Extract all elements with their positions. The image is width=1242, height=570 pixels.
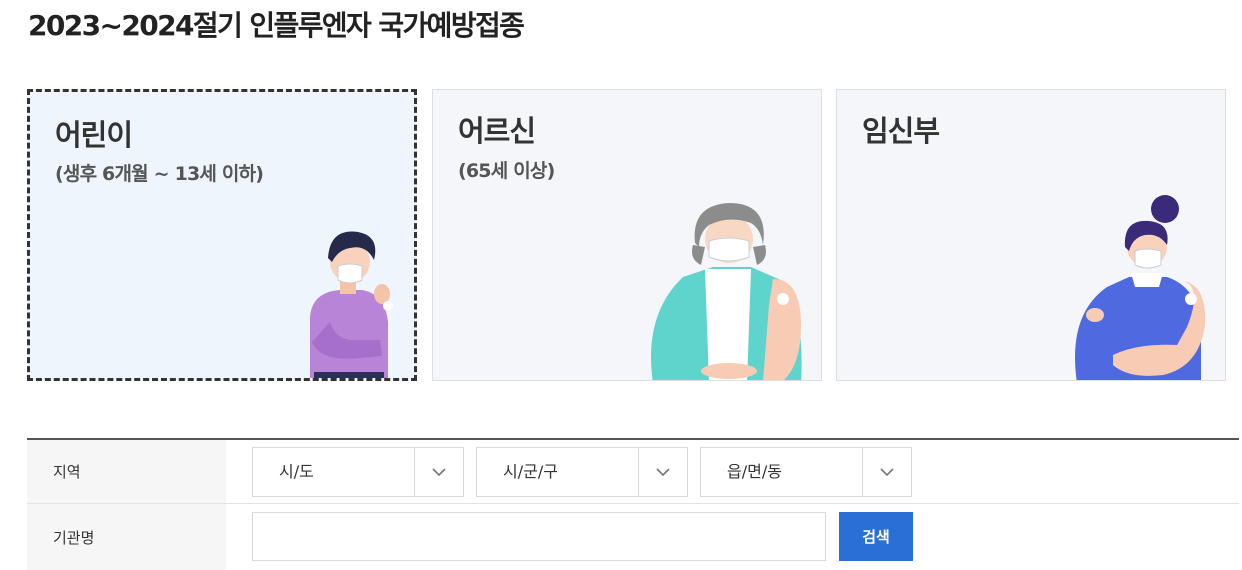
sigungu-select[interactable]: 시/군/구 [476,447,688,497]
region-label: 지역 [27,440,226,503]
card-subtitle: (65세 이상) [458,160,555,182]
elderly-vaccination-illustration [651,203,802,380]
sido-select[interactable]: 시/도 [252,447,464,497]
org-row: 기관명 검색 [27,504,1239,570]
page-title: 2023~2024절기 인플루엔자 국가예방접종 [28,9,525,42]
search-button[interactable]: 검색 [839,512,913,561]
card-children[interactable]: 어린이 (생후 6개월 ~ 13세 이하) [27,89,417,381]
search-form: 지역 시/도 시/군/구 읍/면/동 기관명 검색 [27,438,1239,570]
eupmyeondong-select[interactable]: 읍/면/동 [700,447,912,497]
child-vaccination-illustration [310,231,393,378]
sigungu-select-value: 시/군/구 [503,462,558,481]
chevron-down-icon[interactable] [638,448,687,496]
card-title: 어르신 [458,114,536,148]
card-title: 임신부 [862,114,940,148]
card-title: 어린이 [55,118,133,152]
chevron-down-icon[interactable] [414,448,463,496]
region-row: 지역 시/도 시/군/구 읍/면/동 [27,440,1239,504]
sido-select-value: 시/도 [279,462,314,481]
card-elderly[interactable]: 어르신 (65세 이상) [432,89,822,381]
eupmyeondong-select-value: 읍/면/동 [727,462,782,481]
org-name-input[interactable] [252,512,826,561]
card-subtitle: (생후 6개월 ~ 13세 이하) [55,163,264,185]
org-label: 기관명 [27,504,226,570]
card-pregnant[interactable]: 임신부 [836,89,1226,381]
pregnant-vaccination-illustration [1075,195,1206,380]
chevron-down-icon[interactable] [862,448,911,496]
